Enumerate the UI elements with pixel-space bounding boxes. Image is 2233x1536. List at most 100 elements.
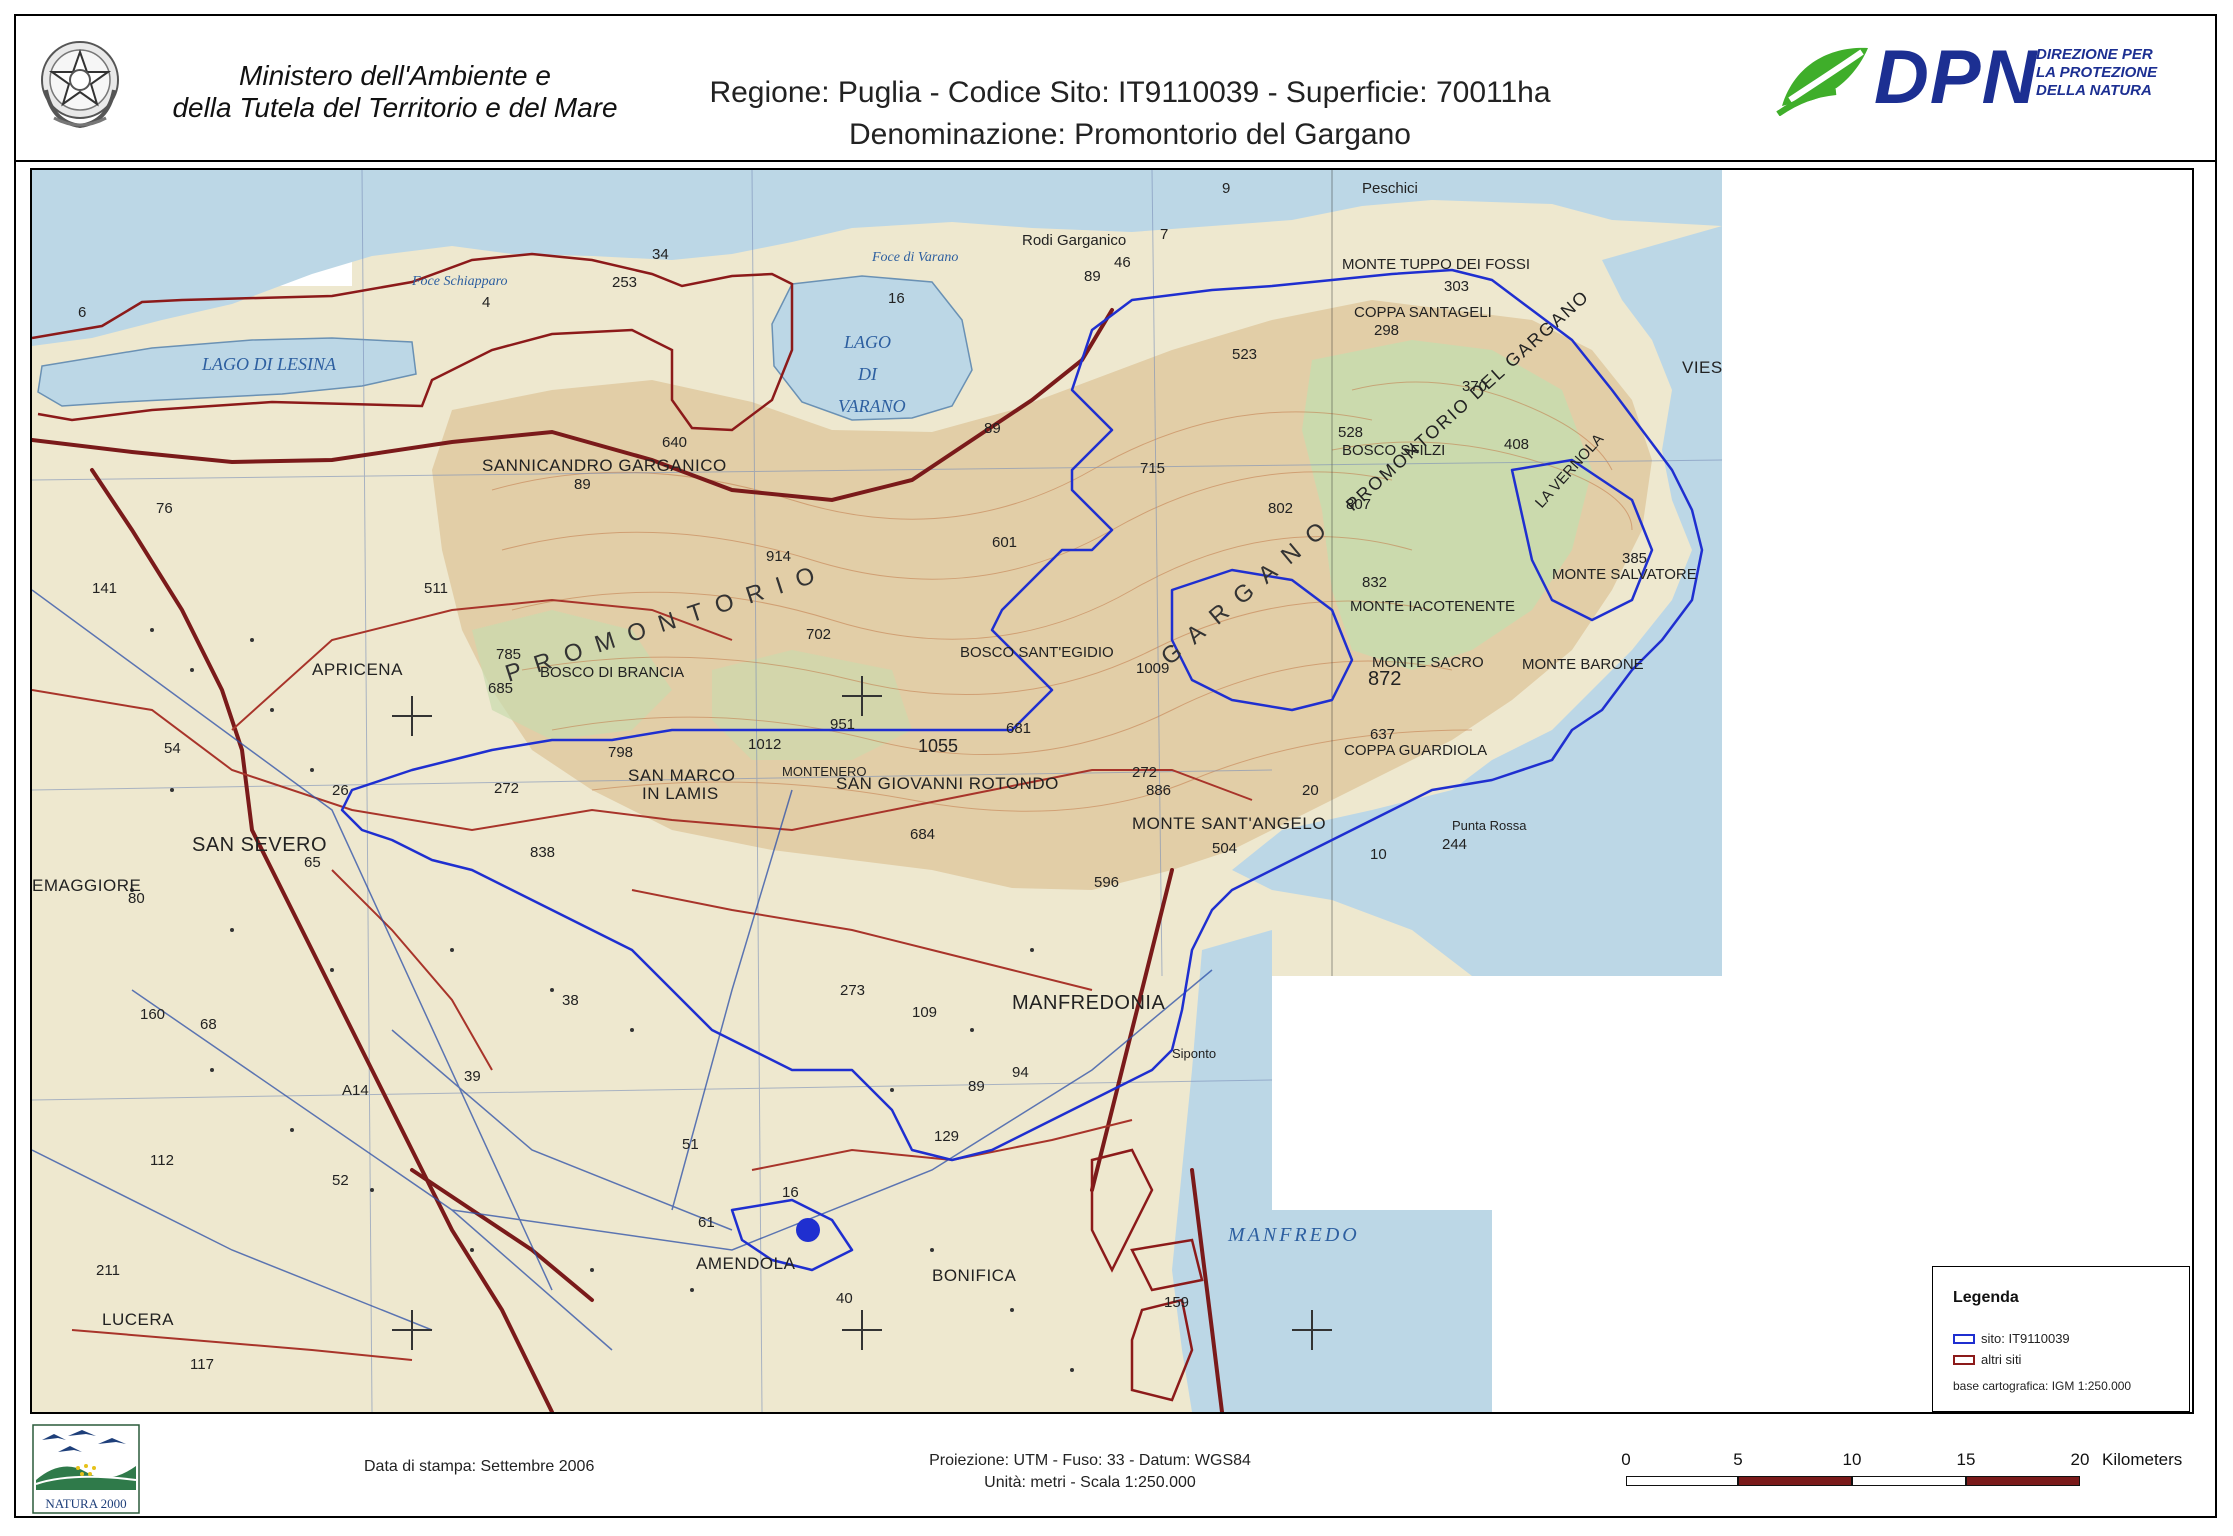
label-montenero: MONTENERO bbox=[782, 764, 867, 779]
legend-title: Legenda bbox=[1953, 1289, 2019, 1306]
elevation-637: 637 bbox=[1370, 726, 1396, 743]
site-info-line: Regione: Puglia - Codice Sito: IT9110039… bbox=[709, 76, 1551, 109]
ministry-line-2: della Tutela del Territorio e del Mare bbox=[172, 92, 618, 123]
legend-base-map: base cartografica: IGM 1:250.000 bbox=[1953, 1379, 2132, 1393]
elevation-832: 832 bbox=[1362, 574, 1388, 591]
elevation-298: 298 bbox=[1374, 322, 1400, 339]
elevation-68: 68 bbox=[200, 1016, 217, 1033]
site-name-line: Denominazione: Promontorio del Gargano bbox=[849, 118, 1411, 151]
elevation-951: 951 bbox=[830, 716, 856, 733]
legend-swatch-other bbox=[1953, 1355, 1975, 1365]
elevation-685: 685 bbox=[488, 680, 514, 697]
elevation-38: 38 bbox=[562, 992, 579, 1009]
elevation-872: 872 bbox=[1368, 668, 1402, 690]
map-legend: Legenda sito: IT9110039 altri siti base … bbox=[1932, 1266, 2190, 1412]
label-vieste: VIES bbox=[1682, 358, 1723, 377]
elevation-109: 109 bbox=[912, 1004, 938, 1021]
road-272-west: 272 bbox=[494, 780, 520, 797]
label-manfredonia: MANFREDONIA bbox=[1012, 992, 1166, 1014]
scale-tick-0: 0 bbox=[1621, 1450, 1631, 1469]
scale-tick-5: 5 bbox=[1733, 1450, 1743, 1469]
label-monte-iacotenente: MONTE IACOTENENTE bbox=[1350, 598, 1516, 615]
label-san-marco: SAN MARCO bbox=[628, 766, 736, 785]
label-bonifica: BONIFICA bbox=[932, 1266, 1017, 1285]
road-89-sannicandro: 89 bbox=[574, 476, 591, 493]
scale-tick-10: 10 bbox=[1842, 1450, 1862, 1469]
elevation-408: 408 bbox=[1504, 436, 1530, 453]
elevation-34: 34 bbox=[652, 246, 669, 263]
label-lago-varano-1: LAGO bbox=[844, 332, 892, 352]
scale-segment-1 bbox=[1626, 1476, 1738, 1486]
elevation-523: 523 bbox=[1232, 346, 1258, 363]
elevation-702: 702 bbox=[806, 626, 832, 643]
elevation-1055: 1055 bbox=[918, 736, 959, 756]
elevation-385: 385 bbox=[1622, 550, 1648, 567]
road-272-east: 272 bbox=[1132, 764, 1158, 781]
elevation-54: 54 bbox=[164, 740, 181, 757]
elevation-16: 16 bbox=[888, 290, 905, 307]
elevation-802: 802 bbox=[1268, 500, 1294, 517]
site-point-amendola bbox=[796, 1218, 820, 1242]
elevation-9: 9 bbox=[1222, 180, 1231, 197]
scale-segment-4 bbox=[1966, 1476, 2080, 1486]
elevation-4: 4 bbox=[482, 294, 491, 311]
elevation-52: 52 bbox=[332, 1172, 349, 1189]
elevation-1009: 1009 bbox=[1136, 660, 1170, 677]
elevation-370: 370 bbox=[1462, 378, 1488, 395]
elevation-1012: 1012 bbox=[748, 736, 782, 753]
natura-2000-text: NATURA 2000 bbox=[45, 1496, 126, 1511]
elevation-117: 117 bbox=[190, 1356, 214, 1373]
elevation-253: 253 bbox=[612, 274, 638, 291]
elevation-141: 141 bbox=[92, 580, 118, 597]
elevation-80: 80 bbox=[128, 890, 145, 907]
label-foce-schiapparo: Foce Schiapparo bbox=[412, 274, 508, 289]
road-89-varano: 89 bbox=[984, 420, 1001, 437]
road-273: 273 bbox=[840, 982, 866, 999]
label-lago-lesina: LAGO DI LESINA bbox=[202, 354, 336, 374]
print-date: Data di stampa: Settembre 2006 bbox=[364, 1458, 595, 1475]
elevation-65: 65 bbox=[304, 854, 321, 871]
elevation-6: 6 bbox=[78, 304, 87, 321]
elevation-596: 596 bbox=[1094, 874, 1120, 891]
elevation-112: 112 bbox=[150, 1152, 174, 1169]
label-coppa-guardiola: COPPA GUARDIOLA bbox=[1344, 742, 1488, 759]
scale-segment-3 bbox=[1852, 1476, 1966, 1486]
green-leaf-icon bbox=[1776, 47, 1868, 116]
label-torremaggiore: EMAGGIORE bbox=[32, 876, 142, 895]
label-lago-varano-2: DI bbox=[858, 364, 877, 384]
label-amendola: AMENDOLA bbox=[696, 1254, 796, 1273]
map-sheet-south bbox=[32, 976, 1272, 1412]
elevation-807: 807 bbox=[1346, 496, 1372, 513]
label-bosco-egidio: BOSCO SANT'EGIDIO bbox=[960, 644, 1114, 661]
road-16: 16 bbox=[782, 1184, 799, 1201]
legend-swatch-site bbox=[1953, 1334, 1975, 1344]
legend-site-label: sito: IT9110039 bbox=[1981, 1331, 2070, 1346]
scale-tick-15: 15 bbox=[1956, 1450, 1976, 1469]
elevation-20: 20 bbox=[1302, 782, 1319, 799]
elevation-511: 511 bbox=[424, 580, 448, 597]
italian-republic-emblem-icon bbox=[41, 41, 119, 129]
map-panel[interactable]: LAGO DI LESINA LAGO DI VARANO Foce Schia… bbox=[30, 168, 2194, 1414]
dpn-logo-text: DPN bbox=[1874, 35, 2038, 120]
dpn-tagline-3: DELLA NATURA bbox=[2036, 82, 2152, 99]
elevation-39: 39 bbox=[464, 1068, 481, 1085]
elevation-61: 61 bbox=[698, 1214, 715, 1231]
label-monte-barone: MONTE BARONE bbox=[1522, 656, 1644, 673]
elevation-51: 51 bbox=[682, 1136, 699, 1153]
dpn-tagline-1: DIREZIONE PER bbox=[2036, 46, 2153, 63]
elevation-244: 244 bbox=[1442, 836, 1468, 853]
label-monte-salvatore: MONTE SALVATORE bbox=[1552, 566, 1697, 583]
scale-units: Kilometers bbox=[2102, 1450, 2183, 1469]
label-rodi: Rodi Garganico bbox=[1022, 232, 1127, 249]
legend-other-label: altri siti bbox=[1981, 1352, 2022, 1367]
elevation-914: 914 bbox=[766, 548, 792, 565]
elevation-640: 640 bbox=[662, 434, 688, 451]
elevation-76: 76 bbox=[156, 500, 173, 517]
scale-bar: 0 5 10 15 20 Kilometers bbox=[1618, 1450, 2208, 1500]
elevation-838: 838 bbox=[530, 844, 556, 861]
elevation-10: 10 bbox=[1370, 846, 1387, 863]
elevation-211: 211 bbox=[96, 1262, 120, 1279]
dpn-tagline: DIREZIONE PER LA PROTEZIONE DELLA NATURA bbox=[2036, 46, 2157, 100]
units-scale-info: Unità: metri - Scala 1:250.000 bbox=[984, 1474, 1196, 1491]
elevation-7: 7 bbox=[1160, 226, 1169, 243]
